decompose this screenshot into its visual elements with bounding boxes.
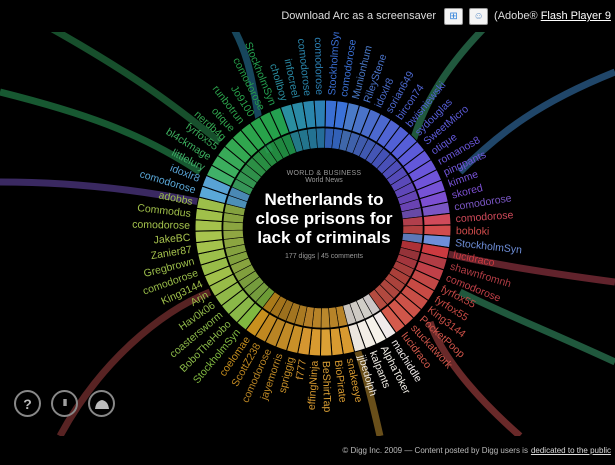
ring-user-segment[interactable] <box>319 328 333 357</box>
ring-user-segment[interactable] <box>313 99 327 128</box>
top-bar: Download Arc as a screensaver ⊞ ☺ (Adobe… <box>0 0 615 32</box>
story-category: WORLD & BUSINESS <box>286 170 362 177</box>
story-title[interactable]: Netherlands to close prisons for lack of… <box>244 190 404 247</box>
public-domain-link[interactable]: dedicated to the public <box>531 446 611 455</box>
ring-inner-segment <box>320 307 331 329</box>
digg-guy-icon <box>94 399 109 409</box>
user-label[interactable]: comodorose <box>312 37 325 95</box>
help-button[interactable]: ? <box>14 390 41 417</box>
user-label[interactable]: bobloki <box>456 225 490 238</box>
adobe-prefix: (Adobe® <box>494 10 538 22</box>
pause-button[interactable]: II <box>51 390 78 417</box>
download-screensaver-text: Download Arc as a screensaver <box>281 10 437 22</box>
footer-text: © Digg Inc. 2009 — Content posted by Dig… <box>342 446 528 455</box>
story-subcategory: World News <box>305 177 343 184</box>
connection-curve <box>458 288 615 366</box>
story-center[interactable]: WORLD & BUSINESS World News Netherlands … <box>244 170 404 260</box>
footer: © Digg Inc. 2009 — Content posted by Dig… <box>0 436 615 465</box>
digg-count: 177 diggs <box>284 253 316 260</box>
playback-controls: ? II <box>14 390 115 417</box>
story-meta: 177 diggs | 45 comments <box>284 253 364 260</box>
user-label[interactable]: BeShirtTap <box>320 361 333 413</box>
digg-logo-button[interactable] <box>88 390 115 417</box>
mac-finder-icon[interactable]: ☺ <box>469 7 489 25</box>
user-label[interactable]: effingNinja <box>306 360 321 410</box>
user-label[interactable]: comodorose <box>132 219 190 232</box>
ring-inner-segment <box>315 127 326 149</box>
flash-player-link[interactable]: Flash Player 9 <box>541 10 611 22</box>
windows-icon[interactable]: ⊞ <box>444 7 464 25</box>
comment-count: 45 comments <box>321 253 364 260</box>
arc-visualization: StockholmSyn comodorose Munionhum RileySten… <box>0 32 615 436</box>
